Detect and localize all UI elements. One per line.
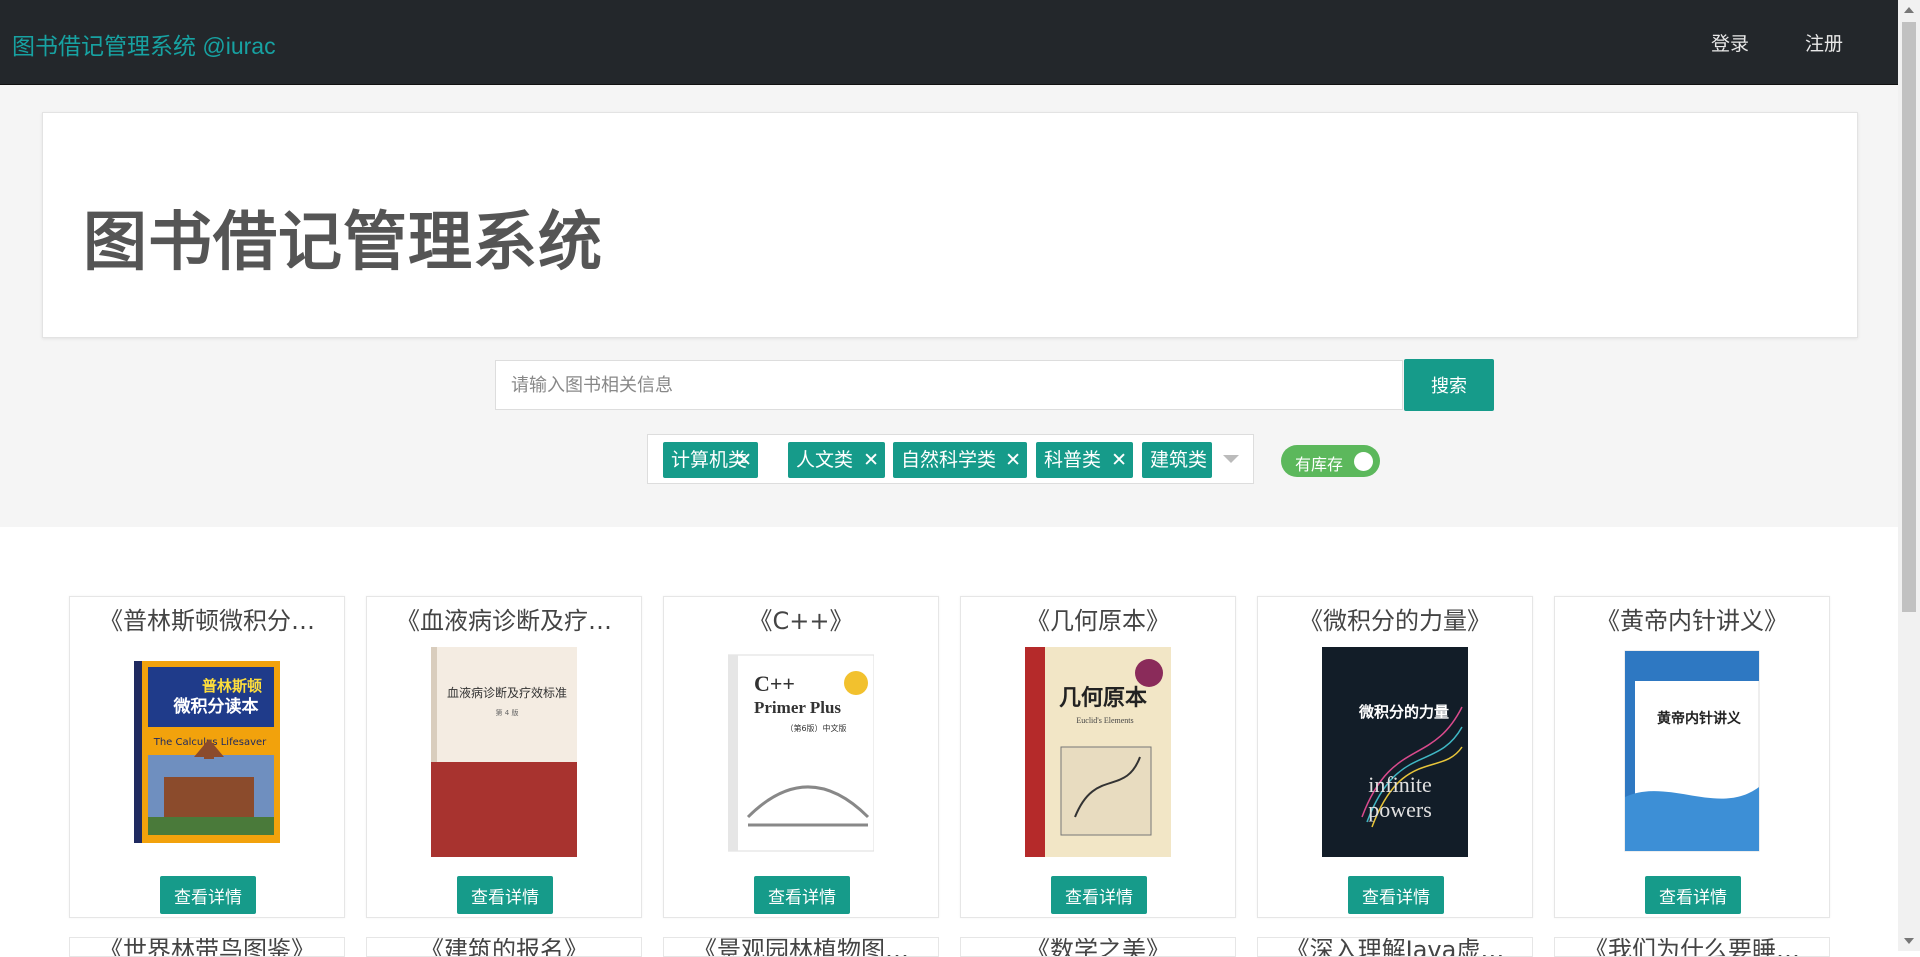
book-card: 《几何原本》 几何原本 Euclid's Elements 查看详情 — [960, 596, 1236, 918]
book-title: 《数学之美》 — [1026, 937, 1170, 957]
svg-text:powers: powers — [1368, 797, 1432, 822]
svg-text:Euclid's Elements: Euclid's Elements — [1076, 716, 1133, 725]
view-details-button[interactable]: 查看详情 — [457, 876, 553, 914]
tag-label: 人文类 — [796, 449, 854, 471]
tag-label: 科普类 — [1044, 449, 1102, 471]
book-title: 《几何原本》 — [1026, 607, 1170, 635]
book-card: 《世界林带鸟图鉴》 — [69, 937, 345, 957]
category-multiselect[interactable]: 计算机类 ✕ 人文类 ✕ 自然科学类 ✕ 科普类 ✕ 建筑类 — [647, 434, 1254, 484]
tag-label: 建筑类 — [1150, 449, 1208, 471]
book-card: 《血液病诊断及疗… 血液病诊断及疗效标准 第 4 版 查看详情 — [366, 596, 642, 918]
book-cover-image: 几何原本 Euclid's Elements — [1025, 647, 1171, 857]
svg-text:第 4 版: 第 4 版 — [496, 708, 519, 717]
book-card: 《数学之美》 — [960, 937, 1236, 957]
book-card: 《普林斯顿微积分… 普林斯顿 微积分读本 The Calculus Lifesa… — [69, 596, 345, 918]
view-details-button[interactable]: 查看详情 — [160, 876, 256, 914]
book-title: 《建筑的报名》 — [420, 937, 588, 957]
book-cover-image: C++ Primer Plus （第6版）中文版 — [728, 654, 874, 852]
view-details-button[interactable]: 查看详情 — [1645, 876, 1741, 914]
tag-label: 自然科学类 — [901, 449, 997, 471]
book-title: 《世界林带鸟图鉴》 — [99, 937, 315, 957]
remove-tag-icon[interactable]: ✕ — [863, 442, 879, 478]
book-cover-image: 血液病诊断及疗效标准 第 4 版 — [431, 647, 577, 857]
search-button[interactable]: 搜索 — [1404, 359, 1494, 411]
scroll-down-icon[interactable] — [1904, 938, 1914, 944]
view-details-button[interactable]: 查看详情 — [1348, 876, 1444, 914]
svg-text:黄帝内针讲义: 黄帝内针讲义 — [1657, 710, 1741, 727]
svg-text:Primer Plus: Primer Plus — [754, 698, 841, 717]
jumbotron: 图书借记管理系统 — [42, 112, 1858, 338]
scroll-up-icon[interactable] — [1904, 7, 1914, 13]
tag-natural-science: 自然科学类 ✕ — [893, 442, 1027, 478]
remove-tag-icon[interactable]: ✕ — [1111, 442, 1127, 478]
tag-popular-science: 科普类 ✕ — [1036, 442, 1133, 478]
book-title: 《黄帝内针讲义》 — [1596, 607, 1788, 635]
svg-text:（第6版）中文版: （第6版）中文版 — [785, 723, 846, 733]
svg-text:infinite: infinite — [1368, 772, 1432, 797]
page-title: 图书借记管理系统 — [83, 206, 603, 280]
book-card: 《我们为什么要睡… — [1554, 937, 1830, 957]
view-details-button[interactable]: 查看详情 — [1051, 876, 1147, 914]
top-navbar: 图书借记管理系统 @iurac 登录 注册 — [0, 0, 1898, 85]
remove-tag-icon[interactable]: ✕ — [736, 442, 752, 478]
scrollbar-thumb[interactable] — [1902, 22, 1916, 612]
book-title: 《C++》 — [748, 607, 854, 635]
book-title: 《血液病诊断及疗… — [396, 607, 612, 635]
toggle-label: 有库存 — [1295, 455, 1344, 474]
book-cover-image: 黄帝内针讲义 — [1624, 650, 1760, 852]
book-title: 《景观园林植物图… — [693, 937, 909, 957]
book-cover-image: 普林斯顿 微积分读本 The Calculus Lifesaver — [134, 661, 280, 843]
svg-text:普林斯顿: 普林斯顿 — [202, 677, 262, 695]
book-title: 《普林斯顿微积分… — [99, 607, 315, 635]
remove-tag-icon[interactable]: ✕ — [1005, 442, 1021, 478]
book-cover-image: 微积分的力量 infinite powers — [1322, 647, 1468, 857]
book-card: 《深入理解Java虚… — [1257, 937, 1533, 957]
toggle-knob — [1354, 452, 1373, 471]
svg-text:几何原本: 几何原本 — [1059, 685, 1147, 711]
search-input[interactable] — [495, 360, 1403, 410]
tag-computer: 计算机类 ✕ — [663, 442, 758, 478]
register-link[interactable]: 注册 — [1805, 29, 1843, 56]
svg-text:血液病诊断及疗效标准: 血液病诊断及疗效标准 — [447, 685, 567, 700]
book-card: 《景观园林植物图… — [663, 937, 939, 957]
book-card: 《建筑的报名》 — [366, 937, 642, 957]
in-stock-toggle[interactable]: 有库存 — [1281, 445, 1380, 477]
chevron-down-icon[interactable] — [1223, 455, 1239, 463]
book-title: 《我们为什么要睡… — [1584, 937, 1800, 957]
view-details-button[interactable]: 查看详情 — [754, 876, 850, 914]
book-title: 《微积分的力量》 — [1299, 607, 1491, 635]
book-card: 《C++》 C++ Primer Plus （第6版）中文版 查看详情 — [663, 596, 939, 918]
svg-text:微积分的力量: 微积分的力量 — [1358, 703, 1449, 721]
book-card: 《黄帝内针讲义》 黄帝内针讲义 查看详情 — [1554, 596, 1830, 918]
login-link[interactable]: 登录 — [1711, 29, 1749, 56]
tag-humanities: 人文类 ✕ — [788, 442, 885, 478]
book-title: 《深入理解Java虚… — [1285, 937, 1505, 957]
tag-architecture: 建筑类 — [1142, 442, 1212, 478]
brand-link[interactable]: 图书借记管理系统 @iurac — [12, 27, 276, 61]
page-scrollbar[interactable] — [1898, 0, 1920, 951]
svg-text:微积分读本: 微积分读本 — [173, 696, 259, 717]
book-card: 《微积分的力量》 微积分的力量 infinite powers 查看详情 — [1257, 596, 1533, 918]
svg-text:C++: C++ — [754, 671, 795, 696]
